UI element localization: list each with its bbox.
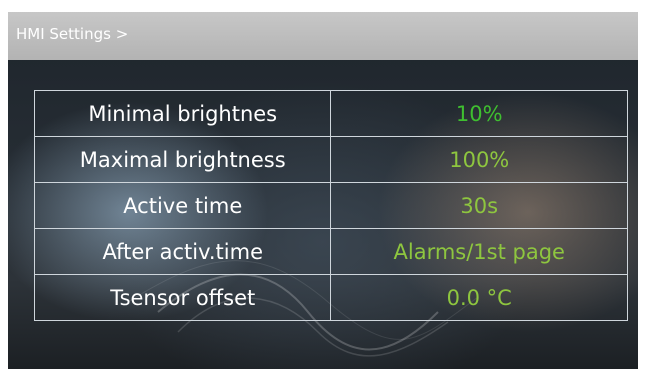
setting-row-max-brightness[interactable]: Maximal brightness 100% [33,136,628,183]
header-bar: HMI Settings > [8,12,638,60]
breadcrumb-title[interactable]: HMI Settings > [16,25,128,43]
setting-value-max-brightness[interactable]: 100% [330,136,628,183]
setting-value-min-brightness[interactable]: 10% [330,90,628,137]
setting-row-min-brightness[interactable]: Minimal brightnes 10% [33,90,628,137]
setting-label: Minimal brightnes [33,90,332,137]
setting-label: Maximal brightness [33,136,332,183]
hmi-screen: HMI Settings > Minimal brightnes 10% Max… [8,12,638,369]
setting-row-after-active-time[interactable]: After activ.time Alarms/1st page [33,228,628,275]
setting-label: Tsensor offset [33,274,332,321]
setting-row-tsensor-offset[interactable]: Tsensor offset 0.0 °C [33,274,628,321]
setting-row-active-time[interactable]: Active time 30s [33,182,628,229]
setting-value-tsensor-offset[interactable]: 0.0 °C [330,274,628,321]
setting-value-active-time[interactable]: 30s [330,182,628,229]
setting-label: Active time [33,182,332,229]
settings-table: Minimal brightnes 10% Maximal brightness… [33,90,628,321]
setting-value-after-active-time[interactable]: Alarms/1st page [330,228,628,275]
setting-label: After activ.time [33,228,332,275]
